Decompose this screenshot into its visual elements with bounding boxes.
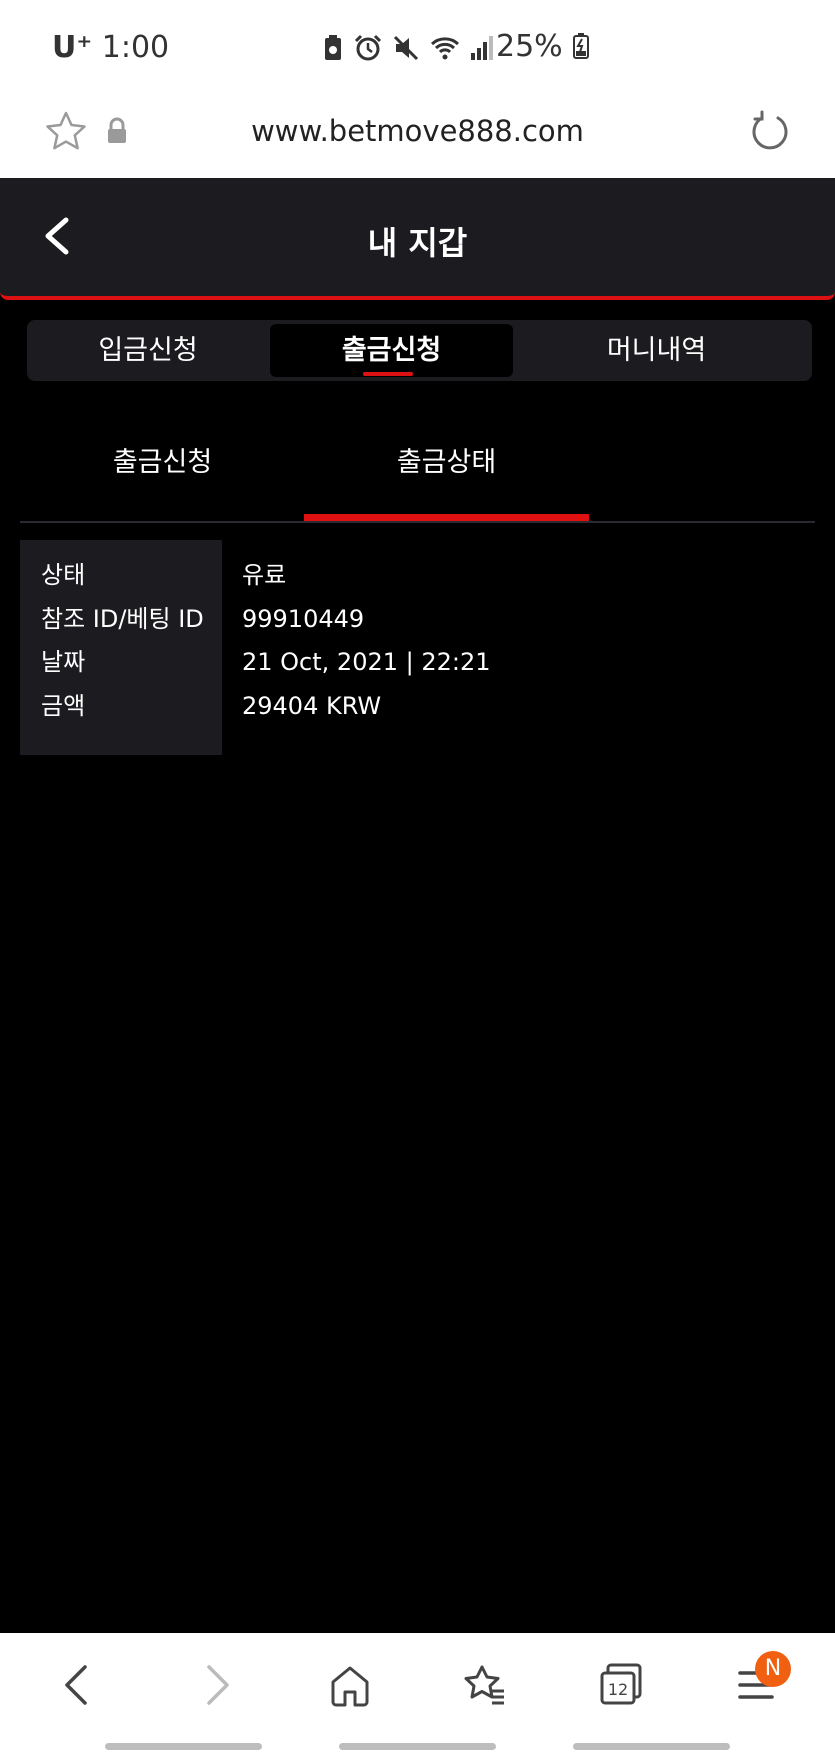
battery-percent-text: 25%	[496, 29, 563, 64]
detail-value-reference-id: 99910449	[242, 604, 365, 633]
mute-icon	[393, 35, 419, 61]
subtab-withdraw-request[interactable]: 출금신청	[20, 440, 305, 479]
url-text[interactable]: www.betmove888.com	[0, 114, 835, 148]
battery-saver-icon	[325, 35, 341, 60]
tab-withdraw[interactable]: 출금신청	[270, 324, 513, 377]
alarm-icon	[354, 34, 382, 61]
wifi-icon	[430, 37, 460, 60]
page-title: 내 지갑	[367, 224, 468, 262]
detail-value-status: 유료	[242, 561, 287, 589]
browser-bottom-nav: 12 N	[0, 1633, 835, 1763]
tabs-icon[interactable]: 12	[598, 1661, 644, 1709]
detail-labels: 상태 참조 ID/베팅 ID 날짜 금액	[20, 540, 222, 755]
status-icons	[322, 34, 494, 62]
tab-deposit[interactable]: 입금신청	[27, 320, 269, 381]
app-header: 내 지갑	[0, 178, 835, 300]
home-icon[interactable]	[328, 1661, 372, 1709]
tab-money-history[interactable]: 머니내역	[535, 320, 778, 381]
main-tabs: 입금신청 출금신청 머니내역	[27, 320, 812, 381]
browser-forward-icon[interactable]	[197, 1661, 237, 1709]
active-tab-underline	[363, 372, 413, 376]
gesture-bar-center	[339, 1743, 496, 1750]
gesture-bar-right	[573, 1743, 730, 1750]
detail-values: 유료 99910449 21 Oct, 2021 | 22:21 29404 K…	[242, 540, 491, 728]
url-bar: www.betmove888.com	[0, 95, 835, 179]
status-bar: U⁺ 1:00 25%	[0, 0, 835, 95]
active-subtab-indicator	[304, 514, 589, 521]
battery-charging-icon	[573, 33, 590, 59]
browser-back-icon[interactable]	[57, 1661, 97, 1709]
carrier-label: U⁺	[52, 30, 93, 65]
menu-badge: N	[755, 1651, 791, 1687]
clock: 1:00	[101, 30, 170, 65]
signal-icon	[471, 36, 493, 60]
detail-label-date: 날짜	[41, 648, 86, 676]
status-carrier-time: U⁺ 1:00	[52, 30, 169, 65]
tab-count: 12	[608, 1680, 628, 1699]
battery-percent: 25%	[496, 29, 590, 64]
bookmarks-icon[interactable]	[462, 1661, 508, 1709]
detail-label-reference-id: 참조 ID/베팅 ID	[41, 604, 204, 633]
detail-label-status: 상태	[41, 561, 86, 589]
subtab-divider	[20, 521, 815, 523]
detail-label-amount: 금액	[41, 691, 86, 720]
reload-icon[interactable]	[748, 109, 792, 153]
detail-value-date: 21 Oct, 2021 | 22:21	[242, 648, 491, 676]
subtab-withdraw-status[interactable]: 출금상태	[304, 440, 589, 479]
detail-value-amount: 29404 KRW	[242, 691, 382, 720]
gesture-bar-left	[105, 1743, 262, 1750]
